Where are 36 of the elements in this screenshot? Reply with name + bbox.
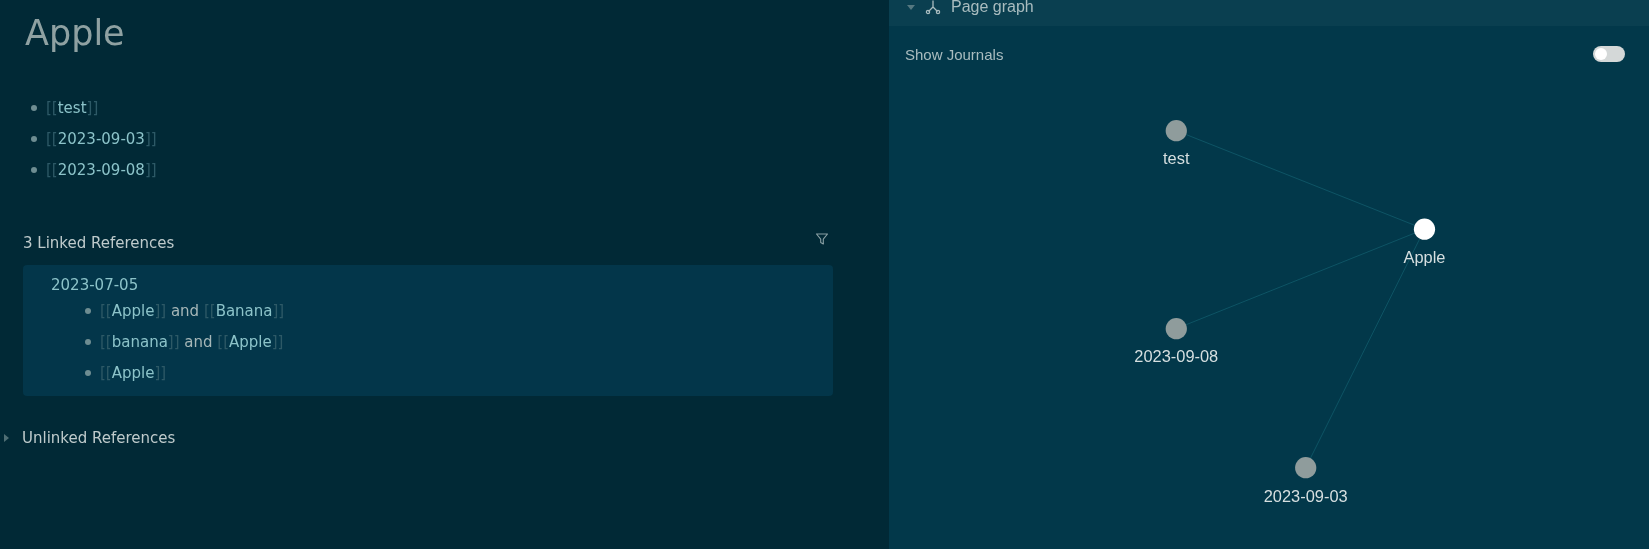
page-link[interactable]: [[Banana]] [203,301,285,320]
page-link[interactable]: [[banana]] [100,332,180,351]
bullet-icon[interactable] [31,166,37,173]
section-title[interactable]: Unlinked References [22,429,176,447]
bullet-icon[interactable] [85,338,91,345]
page-title: Apple [25,12,126,54]
panel-title: Page graph [951,0,1034,16]
panel-header[interactable]: Page graph [889,0,1649,26]
page-link[interactable]: [[2023-09-08]] [46,160,157,179]
graph-node[interactable] [1165,318,1187,340]
node-label: Apple [1403,248,1446,266]
toggle-label: Show Journals [905,45,1004,63]
bullet-icon[interactable] [31,104,37,111]
page-link[interactable]: [[Apple]] [100,363,167,382]
block-text: [[banana]] and [[Apple]] [100,332,284,351]
bullet-icon[interactable] [85,369,91,376]
node-label: 2023-09-08 [1134,347,1219,366]
graph-node[interactable] [1165,120,1187,142]
date-link[interactable]: 2023-07-05 [51,274,833,296]
node-label: test [1163,149,1190,168]
filter-icon[interactable] [815,232,829,246]
section-title[interactable]: 3 Linked References [23,234,175,252]
bullet-icon[interactable] [31,135,37,142]
graph-node[interactable] [1413,218,1436,240]
page-link[interactable]: [[2023-09-03]] [46,129,157,148]
expand-arrow-icon[interactable] [4,434,9,442]
node-label: 2023-09-03 [1263,486,1348,505]
page-link[interactable]: [[Apple]] [100,301,167,320]
toggle-switch[interactable] [1593,46,1625,62]
collapse-arrow-icon[interactable] [907,4,915,10]
page-link[interactable]: [[test]] [46,98,99,117]
page-link[interactable]: [[Apple]] [217,332,284,351]
graph-icon [925,0,941,15]
graph-node[interactable] [1295,457,1317,479]
bullet-icon[interactable] [85,307,91,314]
block-text: [[Apple]] and [[Banana]] [100,301,285,320]
